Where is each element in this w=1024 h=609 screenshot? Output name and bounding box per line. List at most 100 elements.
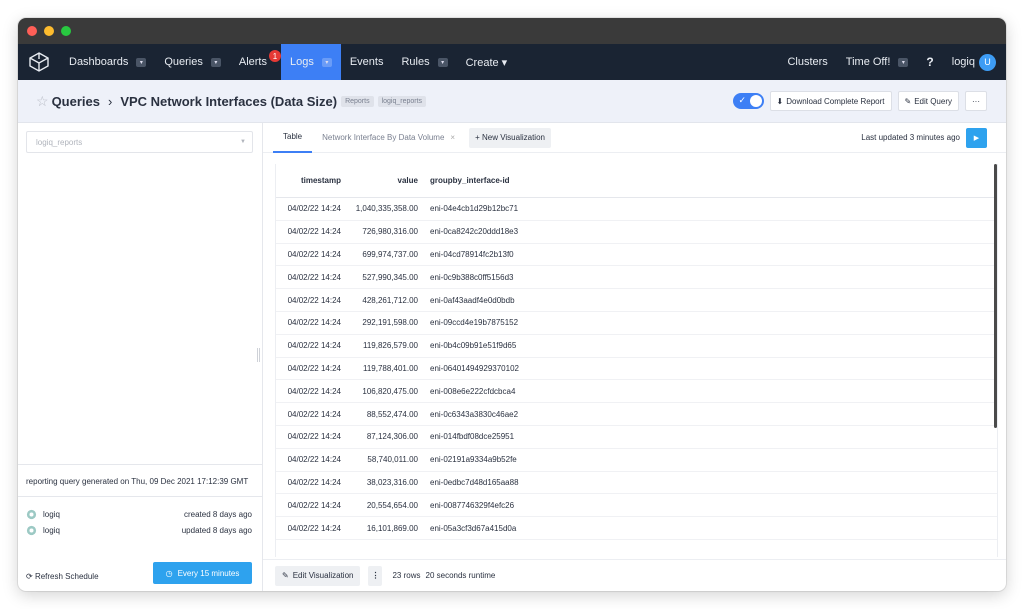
breadcrumb-queries[interactable]: Queries [52,94,100,109]
chevron-down-icon[interactable]: ▾ [136,57,147,67]
user-menu[interactable]: logiq [943,44,979,80]
query-info: reporting query generated on Thu, 09 Dec… [18,464,262,486]
window-titlebar [18,18,1006,44]
datasource-select[interactable]: logiq_reports ▼ [26,131,253,153]
table-row: 04/02/22 14:24 119,826,579.00 eni-0b4c09b9… [276,335,997,358]
cell-interface-id: eni-0087746329f4efc26 [430,500,515,510]
edit-icon: ✎ [282,571,289,580]
table-row: 04/02/22 14:24 106,820,475.00 eni-008e6e22… [276,380,997,404]
more-actions-button[interactable]: ··· [965,91,987,111]
table-row: 04/02/22 14:24 88,552,474.00 eni-0c6343a38… [276,403,997,426]
cell-interface-id: eni-0ca8242c20ddd18e3 [430,227,519,237]
cell-interface-id: eni-008e6e222cfdcbca4 [430,386,516,396]
clock-icon: ◷ [165,568,173,578]
cell-interface-id: eni-0c9b388c0ff5156d3 [430,272,514,282]
app-window: Dashboards ▾ Queries ▾ Alerts 1 Logs ▾ Events Rul… [18,18,1006,591]
left-pane: logiq_reports ▼ reporting query generate… [18,123,263,591]
table-header: timestamp value groupby_interface-id [276,164,997,198]
minimize-window-button[interactable] [44,26,54,36]
close-window-button[interactable] [27,26,37,36]
cell-timestamp: 04/02/22 14:24 [287,295,341,305]
cell-value: 106,820,475.00 [362,386,418,396]
download-icon: ⬇ [776,96,784,106]
check-icon: ✓ [738,95,747,105]
table-row: 04/02/22 14:24 38,023,316.00 eni-0edbc7d48… [276,472,997,495]
nav-item-queries[interactable]: Queries ▾ [155,44,230,80]
nav-item-alerts[interactable]: Alerts 1 [230,44,281,80]
cell-value: 699,974,737.00 [362,249,418,259]
table-row: 04/02/22 14:24 726,980,316.00 eni-0ca8242c… [276,221,997,244]
nav-item-create[interactable]: Create ▾ [457,44,517,80]
chevron-down-icon: ▾ [898,57,909,67]
tab-network-interface-chart[interactable]: Network Interface By Data Volume × [312,123,465,153]
cell-value: 16,101,869.00 [366,523,418,533]
cell-value: 527,990,345.00 [362,272,418,282]
edit-visualization-button[interactable]: ✎ Edit Visualization [275,565,361,586]
chevron-down-icon[interactable]: ▾ [321,57,332,67]
user-icon [26,525,37,535]
table-row: 04/02/22 14:24 292,191,598.00 eni-09ccd4e1… [276,312,997,335]
runtime-text: 20 seconds runtime [425,571,496,580]
table-row: 04/02/22 14:24 16,101,869.00 eni-05a3cf3d6… [276,517,997,540]
logo-icon[interactable] [18,44,60,80]
tab-table[interactable]: Table [273,123,313,153]
nav-timeoff[interactable]: Time Off! ▾ [837,44,918,80]
cell-value: 88,552,474.00 [366,409,418,419]
last-updated-text: Last updated 3 minutes ago [861,133,960,142]
chevron-down-icon: ▼ [240,139,246,145]
nav-item-dashboards[interactable]: Dashboards ▾ [60,44,155,80]
cell-value: 38,023,316.00 [366,477,418,487]
new-visualization-button[interactable]: + New Visualization [469,127,551,148]
column-header-timestamp[interactable]: timestamp [276,176,341,185]
cell-value: 1,040,335,358.00 [355,204,418,214]
bottom-bar: ✎ Edit Visualization ⋮ 23 rows 20 second… [263,559,1006,591]
download-report-button[interactable]: ⬇ Download Complete Report [769,91,892,111]
refresh-schedule-button[interactable]: ◷ Every 15 minutes [153,562,252,584]
cell-value: 20,554,654.00 [366,500,418,510]
help-icon[interactable]: ? [917,44,942,80]
cell-timestamp: 04/02/22 14:24 [287,409,341,419]
run-query-button[interactable]: ▶ [966,127,987,148]
top-navbar: Dashboards ▾ Queries ▾ Alerts 1 Logs ▾ Events Rul… [18,44,1006,80]
nav-item-events[interactable]: Events [341,44,393,80]
cell-value: 58,740,011.00 [367,455,418,465]
nav-item-rules[interactable]: Rules ▾ [392,44,456,80]
table-row: 04/02/22 14:24 428,261,712.00 eni-0af43aad… [276,289,997,312]
table-row: 04/02/22 14:24 58,740,011.00 eni-02191a933… [276,449,997,472]
cell-interface-id: eni-04e4cb1d29b12bc71 [430,204,519,214]
table-row: 04/02/22 14:24 699,974,737.00 eni-04cd7891… [276,244,997,267]
cell-interface-id: eni-04cd78914fc2b13f0 [430,249,514,259]
more-options-icon[interactable]: ⋮ [368,565,383,586]
column-header-interface-id[interactable]: groupby_interface-id [418,176,510,185]
cell-timestamp: 04/02/22 14:24 [287,523,341,533]
maximize-window-button[interactable] [61,26,71,36]
cell-timestamp: 04/02/22 14:24 [287,249,341,259]
cell-timestamp: 04/02/22 14:24 [287,341,341,351]
nav-item-logs[interactable]: Logs ▾ [280,44,341,80]
chevron-down-icon[interactable]: ▾ [437,57,448,67]
page-title: VPC Network Interfaces (Data Size) [120,93,338,109]
cell-timestamp: 04/02/22 14:24 [287,227,341,237]
star-icon[interactable]: ☆ [36,93,49,110]
avatar[interactable]: U [979,53,996,71]
nav-clusters[interactable]: Clusters [778,44,836,80]
publish-toggle[interactable]: ✓ [732,93,764,109]
created-row: logiq created 8 days ago [26,506,252,522]
table-scrollbar[interactable] [994,164,997,428]
edit-query-button[interactable]: ✎ Edit Query [897,91,959,111]
cell-value: 119,788,401.00 [362,363,418,373]
column-header-value[interactable]: value [341,176,418,185]
table-row: 04/02/22 14:24 527,990,345.00 eni-0c9b388c… [276,266,997,290]
cell-timestamp: 04/02/22 14:24 [287,363,341,373]
table-row: 04/02/22 14:24 119,788,401.00 eni-06401494… [276,358,997,381]
resize-handle[interactable] [257,348,260,362]
cell-interface-id: eni-0c6343a3830c46ae2 [430,409,519,419]
tag-logiq-reports: logiq_reports [377,95,427,107]
close-icon[interactable]: × [450,133,455,142]
play-icon: ▶ [973,134,980,142]
cell-value: 87,124,306.00 [366,432,418,442]
chevron-down-icon[interactable]: ▾ [210,57,221,67]
cell-interface-id: eni-0af43aadf4e0d0bdb [430,295,515,305]
refresh-icon: ⟳ [26,572,33,581]
cell-value: 726,980,316.00 [362,227,418,237]
